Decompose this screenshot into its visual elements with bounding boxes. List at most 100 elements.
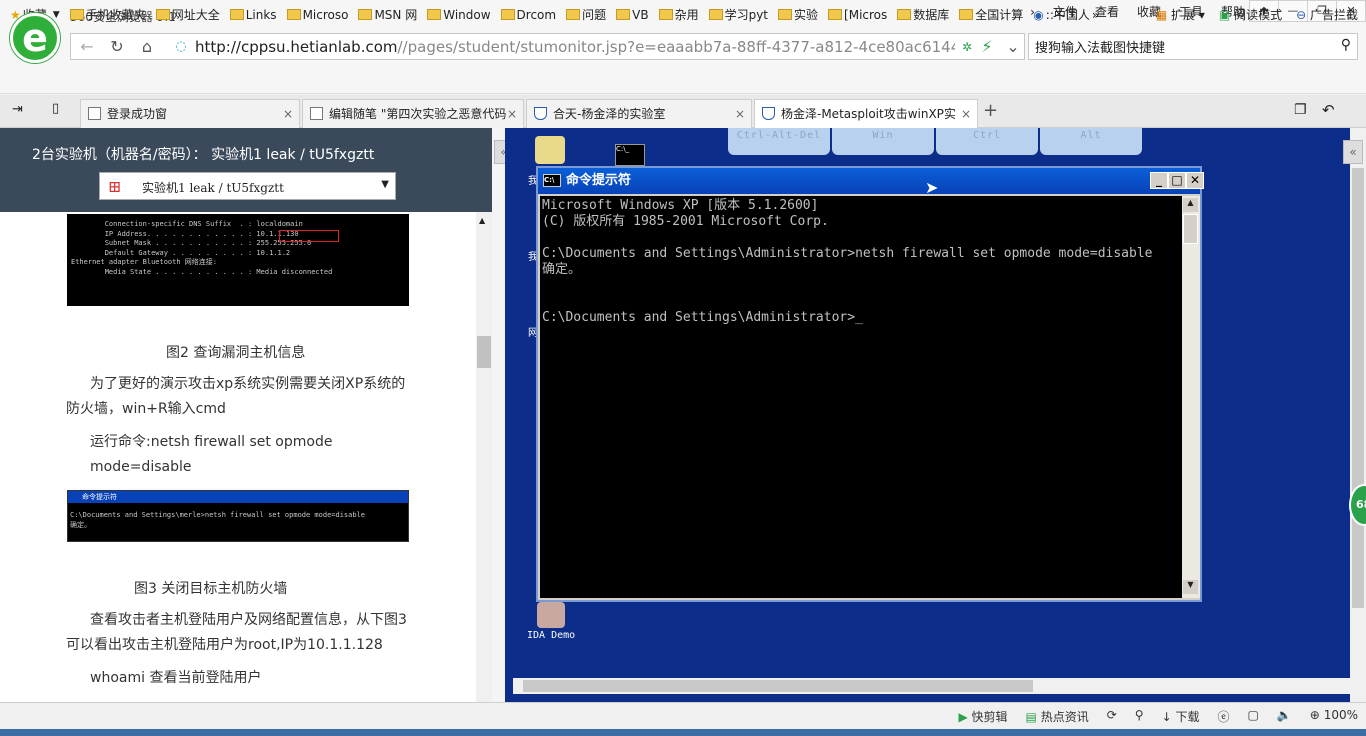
bookmark-item[interactable]: VB bbox=[616, 6, 649, 23]
search-icon[interactable]: ⚲ bbox=[1341, 37, 1351, 53]
undo-close-icon[interactable]: ↶ bbox=[1322, 101, 1335, 119]
folder-icon bbox=[500, 9, 515, 20]
bookmark-item[interactable]: Links bbox=[229, 6, 277, 23]
bookmark-item[interactable]: 学习pyt bbox=[708, 6, 769, 23]
url-text[interactable]: http://cppsu.hetianlab.com//pages/studen… bbox=[195, 38, 955, 56]
ida-demo-label: IDA Demo bbox=[527, 630, 576, 641]
more-icon[interactable]: » bbox=[1092, 8, 1099, 22]
collapse-right-icon[interactable]: « bbox=[1343, 140, 1363, 164]
cmd-titlebar[interactable]: C:\ 命令提示符 _ □ ✕ bbox=[538, 168, 1204, 194]
refresh-icon[interactable]: ↻ bbox=[105, 37, 129, 57]
shield-icon bbox=[534, 107, 547, 120]
close-tab-icon[interactable]: × bbox=[507, 100, 517, 128]
search-box[interactable]: ⚲ bbox=[1028, 33, 1358, 60]
tab-metasploit[interactable]: 杨金泽-Metasploit攻击winXP实 × bbox=[754, 99, 978, 128]
zoom-button[interactable]: ⊕ 100% bbox=[1310, 708, 1358, 725]
bookmark-item[interactable]: 问题 bbox=[566, 6, 606, 23]
fig2-line: Default Gateway . . . . . . . . . : 10.1… bbox=[71, 248, 291, 257]
console-line: C:\Documents and Settings\Administrator>… bbox=[542, 310, 863, 325]
bookmark-item[interactable]: Window bbox=[427, 6, 491, 23]
cmd-scrollbar[interactable]: ▲ ▼ bbox=[1182, 196, 1200, 598]
ctrl-alt-del-button[interactable]: Ctrl-Alt-Del bbox=[728, 128, 830, 155]
ctrl-key-button[interactable]: Ctrl bbox=[936, 128, 1038, 155]
bookmark-item[interactable]: 实验 bbox=[778, 6, 818, 23]
figure-3-caption: 图3 关闭目标主机防火墙 bbox=[134, 581, 288, 597]
remote-vscrollbar[interactable] bbox=[1350, 128, 1366, 702]
reader-mode-button[interactable]: ▣ 阅读模式 bbox=[1219, 6, 1282, 23]
machine-select-value: 实验机1 leak / tU5fxgztt bbox=[142, 181, 284, 195]
quick-edit-label: 快剪辑 bbox=[971, 710, 1008, 724]
tab-hetian-lab[interactable]: 合天-杨金泽的实验室 × bbox=[526, 99, 752, 128]
fig2-line: Media State . . . . . . . . . . . : Medi… bbox=[71, 267, 333, 276]
ida-demo-icon[interactable] bbox=[537, 602, 565, 628]
bookmark-item[interactable]: Drcom bbox=[500, 6, 556, 23]
bookmark-item[interactable]: 全国计算 bbox=[959, 6, 1023, 23]
bookmark-item[interactable]: 网址大全 bbox=[155, 6, 220, 23]
my-documents-icon[interactable] bbox=[535, 136, 565, 164]
folder-icon bbox=[69, 9, 84, 20]
pin-icon[interactable]: ⚲ bbox=[1135, 708, 1144, 725]
paragraph-2: 运行命令:netsh firewall set opmode mode=disa… bbox=[90, 434, 333, 475]
scroll-down-icon[interactable]: ▼ bbox=[1183, 580, 1198, 594]
remote-hscrollbar[interactable] bbox=[513, 678, 1350, 694]
dropdown-icon[interactable]: ⌄ bbox=[1001, 37, 1025, 57]
hscroll-thumb[interactable] bbox=[523, 680, 1033, 692]
download-button[interactable]: ↓ 下载 bbox=[1162, 708, 1200, 725]
bookmark-item[interactable]: MSN 网 bbox=[358, 6, 417, 23]
cmd-shortcut-icon[interactable]: C:\_ bbox=[615, 144, 645, 166]
close-tab-icon[interactable]: × bbox=[735, 100, 745, 128]
quick-edit-button[interactable]: ▶ 快剪辑 bbox=[958, 708, 1007, 725]
folder-icon bbox=[778, 9, 793, 20]
bookmark-label: 学习pyt bbox=[724, 8, 769, 22]
folder-icon bbox=[155, 9, 170, 20]
scroll-up-icon[interactable]: ▲ bbox=[479, 216, 485, 225]
ie-icon[interactable]: ⓔ bbox=[1217, 708, 1229, 725]
url-path: //pages/student/stumonitor.jsp?e=eaaabb7… bbox=[397, 38, 956, 56]
back-icon[interactable]: ← bbox=[75, 37, 99, 57]
shield-icon bbox=[762, 107, 775, 120]
extensions-button[interactable]: ▦ 扩展 ▾ bbox=[1156, 6, 1205, 23]
scroll-up-icon[interactable]: ▲ bbox=[1183, 198, 1198, 212]
window-icon[interactable]: ▢ bbox=[1248, 708, 1259, 725]
win-key-button[interactable]: Win bbox=[832, 128, 934, 155]
ip-highlight-box bbox=[279, 230, 339, 242]
scroll-thumb[interactable] bbox=[477, 336, 491, 368]
vscroll-thumb[interactable] bbox=[1352, 168, 1364, 608]
bookmark-item[interactable]: 数据库 bbox=[897, 6, 949, 23]
browser-logo-icon[interactable]: e bbox=[10, 13, 60, 63]
tab-list-icon[interactable]: ❐ bbox=[1294, 102, 1307, 118]
bookmark-item[interactable]: Microso bbox=[286, 6, 348, 23]
close-tab-icon[interactable]: × bbox=[961, 100, 971, 128]
hot-news-button[interactable]: ▤ 热点资讯 bbox=[1026, 708, 1089, 725]
home-icon[interactable]: ⌂ bbox=[135, 37, 159, 57]
paragraph-4: whoami 查看当前登陆用户 bbox=[90, 670, 262, 686]
machine-select[interactable]: ⊞ 实验机1 leak / tU5fxgztt ▼ bbox=[99, 172, 396, 200]
history-icon[interactable]: ⟳ bbox=[1107, 708, 1117, 725]
folder-icon bbox=[566, 9, 581, 20]
cmd-close-button[interactable]: ✕ bbox=[1186, 172, 1204, 189]
bookmark-item[interactable]: [Micros bbox=[828, 6, 887, 23]
cmd-minimize-button[interactable]: _ bbox=[1150, 172, 1168, 189]
alt-key-button[interactable]: Alt bbox=[1040, 128, 1142, 155]
bookmark-item[interactable]: ◉::中国人» bbox=[1033, 6, 1099, 23]
bookmark-item[interactable]: 手机收藏夹 bbox=[69, 6, 146, 23]
search-input[interactable] bbox=[1035, 39, 1325, 54]
tab-login-success[interactable]: 登录成功窗 × bbox=[80, 99, 300, 128]
cmd-title-text: 命令提示符 bbox=[566, 173, 632, 188]
cmd-console[interactable]: Microsoft Windows XP [版本 5.1.2600] (C) 版权… bbox=[540, 196, 1182, 598]
scroll-thumb[interactable] bbox=[1183, 214, 1198, 244]
figure-2-screenshot: Connection-specific DNS Suffix . : local… bbox=[67, 214, 409, 306]
address-bar[interactable]: ← ↻ ⌂ ◌ http://cppsu.hetianlab.com//page… bbox=[70, 33, 1025, 60]
cmd-maximize-button[interactable]: □ bbox=[1168, 172, 1186, 189]
sound-icon[interactable]: 🔈 bbox=[1277, 708, 1292, 725]
sidebar-toggle-icon[interactable]: ⇥ bbox=[12, 102, 23, 117]
guide-scrollbar[interactable]: ▲ bbox=[476, 212, 492, 702]
close-tab-icon[interactable]: × bbox=[283, 100, 293, 128]
speed-icon[interactable]: ⚡ bbox=[975, 37, 999, 57]
phone-icon[interactable]: ▯ bbox=[52, 101, 59, 116]
cmd-window[interactable]: C:\ 命令提示符 _ □ ✕ Microsoft Windows XP [版本… bbox=[536, 166, 1204, 602]
new-tab-icon[interactable]: + bbox=[983, 100, 998, 121]
bookmark-item[interactable]: 杂用 bbox=[658, 6, 699, 23]
tab-edit-essay[interactable]: 编辑随笔 "第四次实验之恶意代码 × bbox=[302, 99, 524, 128]
adblock-button[interactable]: ⊖ 广告拦截 bbox=[1296, 6, 1358, 23]
